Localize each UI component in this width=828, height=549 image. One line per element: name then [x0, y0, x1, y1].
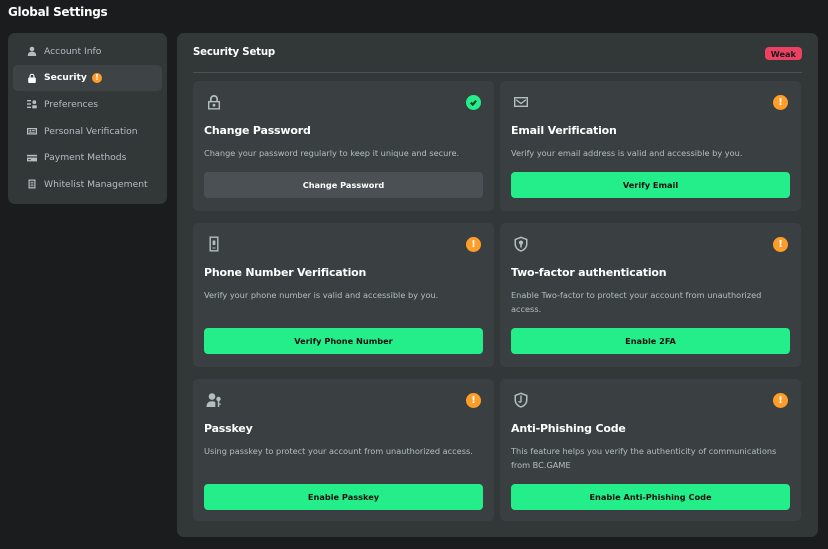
warning-icon: ! [773, 237, 788, 252]
sidebar-item-label: Payment Methods [44, 152, 127, 164]
card-title: Two-factor authentication [511, 266, 667, 279]
verify-phone-number-button[interactable]: Verify Phone Number [204, 328, 483, 354]
credit-card-icon [26, 152, 38, 164]
card-title: Change Password [204, 124, 311, 137]
anti-phishing-card: ! Anti-Phishing Code This feature helps … [500, 379, 801, 521]
sidebar-item-security[interactable]: Security ! [13, 64, 162, 92]
sidebar-item-label: Personal Verification [44, 125, 138, 137]
card-title: Passkey [204, 422, 253, 435]
card-title: Email Verification [511, 124, 617, 137]
sidebar: Account Info Security ! Preferences Pers… [8, 33, 167, 204]
page-title: Global Settings [8, 5, 108, 19]
warning-icon: ! [773, 95, 788, 110]
id-card-icon [26, 125, 38, 137]
warning-icon: ! [466, 393, 481, 408]
card-description: Change your password regularly to keep i… [204, 148, 460, 158]
sidebar-item-label: Account Info [44, 45, 102, 57]
card-title: Phone Number Verification [204, 266, 367, 279]
divider [193, 72, 802, 73]
security-strength-badge: Weak [764, 47, 802, 60]
sidebar-item-personal-verification[interactable]: Personal Verification [13, 118, 162, 145]
enable-anti-phishing-code-button[interactable]: Enable Anti-Phishing Code [511, 484, 790, 510]
card-description: Verify your email address is valid and a… [511, 148, 743, 158]
two-factor-card: ! Two-factor authentication Enable Two-f… [500, 223, 801, 367]
change-password-button[interactable]: Change Password [204, 172, 483, 198]
envelope-icon [513, 94, 529, 110]
enable-passkey-button[interactable]: Enable Passkey [204, 484, 483, 510]
warning-icon: ! [773, 393, 788, 408]
sidebar-item-whitelist-management[interactable]: Whitelist Management [13, 171, 162, 198]
check-circle-icon [466, 95, 481, 110]
user-key-icon [206, 392, 222, 408]
user-icon [26, 45, 38, 57]
sidebar-item-account-info[interactable]: Account Info [13, 38, 162, 65]
card-description: Verify your phone number is valid and ac… [204, 290, 439, 300]
card-title: Anti-Phishing Code [511, 422, 626, 435]
email-verification-card: ! Email Verification Verify your email a… [500, 81, 801, 211]
lock-icon [26, 72, 38, 84]
sidebar-item-preferences[interactable]: Preferences [13, 91, 162, 118]
card-description: Enable Two-factor to protect your accoun… [511, 290, 762, 314]
enable-2fa-button[interactable]: Enable 2FA [511, 328, 790, 354]
warning-icon: ! [91, 72, 102, 83]
sidebar-item-label: Whitelist Management [44, 178, 148, 190]
lock-icon [206, 94, 222, 110]
sidebar-item-label: Preferences [44, 98, 99, 110]
preferences-icon [26, 98, 38, 110]
list-icon [26, 178, 38, 190]
shield-key-icon [513, 236, 529, 252]
card-description: This feature helps you verify the authen… [511, 446, 777, 470]
phone-icon [206, 236, 222, 252]
shield-hook-icon [513, 392, 529, 408]
phone-verification-card: ! Phone Number Verification Verify your … [193, 223, 494, 367]
section-title: Security Setup [193, 47, 275, 58]
sidebar-item-payment-methods[interactable]: Payment Methods [13, 144, 162, 171]
card-description: Using passkey to protect your account fr… [204, 446, 473, 456]
verify-email-button[interactable]: Verify Email [511, 172, 790, 198]
passkey-card: ! Passkey Using passkey to protect your … [193, 379, 494, 521]
sidebar-item-label: Security [44, 72, 87, 84]
warning-icon: ! [466, 237, 481, 252]
change-password-card: Change Password Change your password reg… [193, 81, 494, 211]
security-setup-panel: Security Setup Weak Change Password Chan… [177, 33, 818, 537]
